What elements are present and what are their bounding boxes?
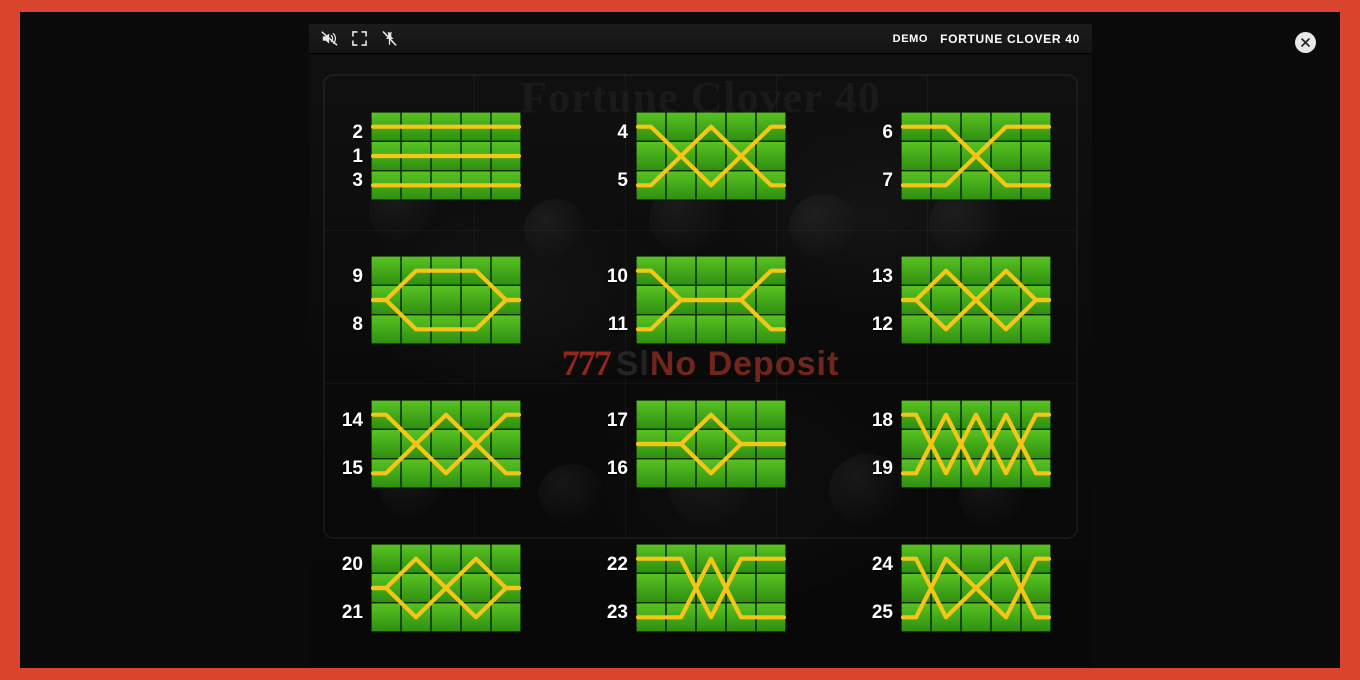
payline-number: 20 [341, 554, 363, 575]
payline-board [901, 256, 1051, 344]
payline-number: 18 [871, 410, 893, 431]
payline-item: 22 23 [574, 544, 789, 660]
payline-item: 24 25 [839, 544, 1054, 660]
payline-number: 2 [352, 122, 363, 143]
payline-number: 4 [617, 122, 628, 143]
payline-number: 9 [352, 266, 363, 287]
payline-board [901, 400, 1051, 488]
payline-number: 12 [871, 314, 893, 335]
payline-item: 67 [839, 112, 1054, 228]
payline-item: 14 15 [309, 400, 524, 516]
payline-number: 19 [871, 458, 893, 479]
payline-number: 8 [352, 314, 363, 335]
payline-number: 22 [606, 554, 628, 575]
screenshot-root: Fortune Clover 40 [0, 0, 1360, 680]
payline-number: 10 [606, 266, 628, 287]
payline-number: 15 [341, 458, 363, 479]
payline-board [636, 112, 786, 200]
payline-board [636, 256, 786, 344]
close-icon[interactable] [1295, 32, 1316, 53]
payline-item: 18 19 [839, 400, 1054, 516]
payline-grid: 2 1 3 4 5 6 7 9 8 10 11 13 12 14 15 17 16 18 19 20 21 22 23 24 2… [309, 24, 1092, 668]
payline-board [371, 112, 521, 200]
payline-number: 3 [352, 170, 363, 191]
payline-board [901, 112, 1051, 200]
payline-number: 1 [352, 146, 363, 167]
payline-number: 16 [606, 458, 628, 479]
payline-board [901, 544, 1051, 632]
desktop-area: Fortune Clover 40 [20, 12, 1340, 668]
payline-item: 98 [309, 256, 524, 372]
game-window: Fortune Clover 40 [309, 24, 1092, 668]
payline-item: 17 16 [574, 400, 789, 516]
payline-number: 23 [606, 602, 628, 623]
payline-item: 45 [574, 112, 789, 228]
payline-number: 24 [871, 554, 893, 575]
payline-board [636, 544, 786, 632]
payline-number: 7 [882, 170, 893, 191]
payline-number: 21 [341, 602, 363, 623]
payline-item: 13 12 [839, 256, 1054, 372]
payline-board [371, 544, 521, 632]
payline-board [371, 256, 521, 344]
payline-number: 13 [871, 266, 893, 287]
payline-number: 14 [341, 410, 363, 431]
payline-item: 20 21 [309, 544, 524, 660]
payline-board [371, 400, 521, 488]
payline-board [636, 400, 786, 488]
payline-number: 25 [871, 602, 893, 623]
payline-item: 2 1 3 [309, 112, 524, 228]
payline-number: 5 [617, 170, 628, 191]
payline-number: 11 [607, 314, 628, 335]
payline-number: 6 [882, 122, 893, 143]
payline-number: 17 [606, 410, 628, 431]
payline-item: 10 11 [574, 256, 789, 372]
